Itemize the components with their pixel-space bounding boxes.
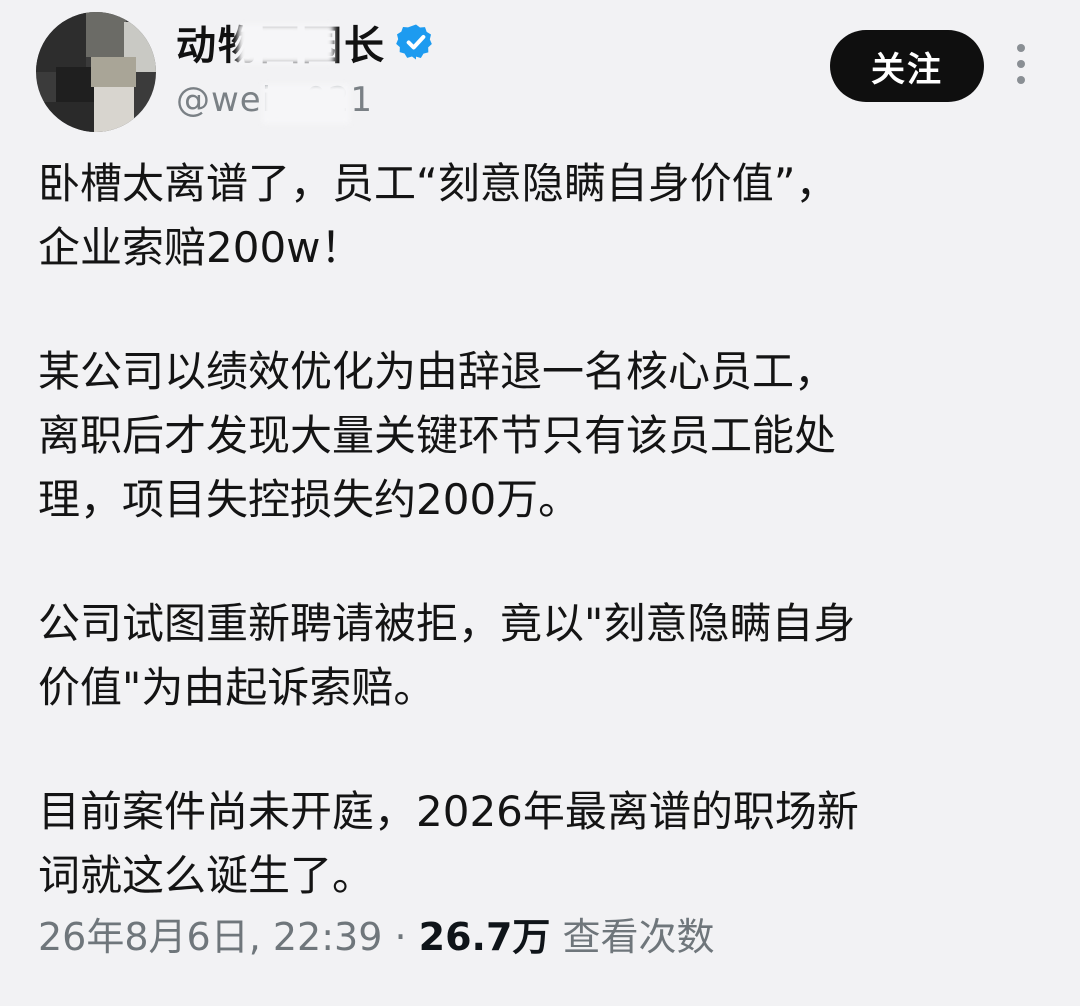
post-line: 目前案件尚未开庭，2026年最离谱的职场新 — [38, 787, 859, 836]
post-line: 公司试图重新聘请被拒，竟以"刻意隐瞒自身 — [38, 599, 856, 648]
avatar[interactable] — [36, 12, 156, 132]
post-line: 理，项目失控损失约200万。 — [38, 475, 581, 524]
post-line: 卧槽太离谱了，员工“刻意隐瞒自身价值”， — [38, 159, 838, 208]
post-body: 卧槽太离谱了，员工“刻意隐瞒自身价值”， 企业索赔200w！ 某公司以绩效优化为… — [38, 152, 1048, 908]
vertical-ellipsis-icon[interactable] — [1012, 44, 1030, 88]
post-meta: 26年8月6日, 22:39 · 26.7万 查看次数 — [38, 906, 715, 961]
follow-button[interactable]: 关注 — [830, 30, 984, 102]
name-redaction — [238, 24, 334, 64]
post-timestamp[interactable]: 26年8月6日, 22:39 — [38, 915, 382, 959]
handle-redaction — [262, 84, 350, 124]
post-line: 离职后才发现大量关键环节只有该员工能处 — [38, 411, 837, 460]
post-line: 企业索赔200w！ — [38, 223, 363, 272]
view-count[interactable]: 26.7万 — [419, 915, 551, 959]
view-count-label: 查看次数 — [550, 915, 715, 959]
post-line: 词就这么诞生了。 — [38, 851, 375, 900]
post-line: 价值"为由起诉索赔。 — [38, 663, 436, 712]
post-line: 某公司以绩效优化为由辞退一名核心员工， — [38, 347, 837, 396]
verified-badge-icon — [396, 24, 432, 60]
meta-separator: · — [382, 915, 419, 959]
